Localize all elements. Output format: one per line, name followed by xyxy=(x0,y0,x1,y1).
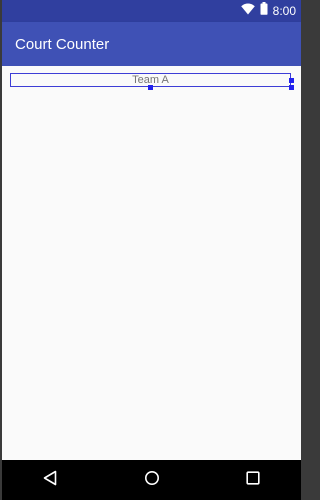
resize-handle-right[interactable] xyxy=(289,78,294,83)
recents-icon xyxy=(246,470,260,490)
battery-icon xyxy=(260,2,268,20)
wifi-icon xyxy=(240,2,255,20)
status-time: 8:00 xyxy=(272,4,296,18)
status-icons: 8:00 xyxy=(240,2,296,20)
status-bar: 8:00 xyxy=(2,0,301,22)
back-icon xyxy=(43,470,57,491)
home-icon xyxy=(144,470,160,491)
resize-handle-bottom[interactable] xyxy=(148,85,153,90)
navigation-bar xyxy=(2,460,301,500)
app-title: Court Counter xyxy=(15,36,110,53)
resize-handle-bottom-right[interactable] xyxy=(289,85,294,90)
home-button[interactable] xyxy=(142,470,162,490)
main-content: Team A xyxy=(2,66,301,460)
recents-button[interactable] xyxy=(243,470,263,490)
back-button[interactable] xyxy=(40,470,60,490)
phone-screen: 8:00 Court Counter Team A xyxy=(2,0,301,500)
app-bar: Court Counter xyxy=(2,22,301,66)
